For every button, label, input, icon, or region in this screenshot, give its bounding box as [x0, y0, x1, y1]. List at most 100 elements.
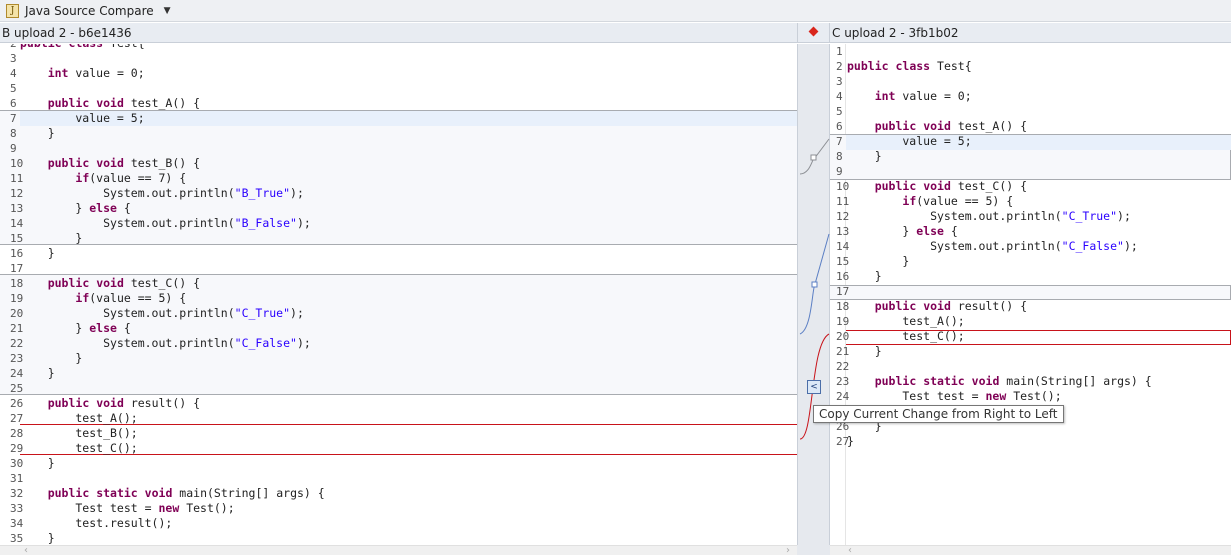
line-number: 17 — [836, 285, 850, 298]
connector-marker-2 — [811, 281, 818, 288]
code-line: 22 — [830, 359, 850, 374]
line-code: System.out.println("C_True"); — [847, 209, 1131, 223]
line-number: 15 — [10, 232, 24, 245]
line-code: } — [847, 254, 910, 268]
connector-marker-1 — [810, 154, 817, 161]
line-number: 9 — [10, 142, 17, 155]
line-number: 7 — [836, 135, 843, 148]
line-code: public class Test{ — [847, 59, 972, 73]
right-pane-header: C upload 2 - 3fb1b02 — [830, 23, 1231, 43]
line-number: 3 — [10, 52, 17, 65]
line-number: 24 — [10, 367, 24, 380]
line-code: if(value == 5) { — [902, 194, 1014, 208]
line-code: } — [20, 531, 55, 545]
line-code: int value = 0; — [874, 89, 972, 103]
line-number: 22 — [836, 360, 850, 373]
line-code: public void test_A() { — [874, 119, 1028, 133]
line-code: } else { — [20, 201, 131, 215]
code-line: 22 System.out.println("C_False"); — [0, 336, 311, 351]
chevron-down-icon[interactable]: ▼ — [164, 6, 171, 16]
line-number: 33 — [10, 502, 24, 515]
left-horizontal-scrollbar[interactable]: ‹ › — [0, 545, 797, 555]
code-line: 20 test_C(); — [830, 329, 965, 344]
line-code: } — [847, 344, 882, 358]
line-number: 16 — [836, 270, 850, 283]
copy-right-to-left-button[interactable]: < — [807, 380, 821, 394]
code-line: 18 public void test_C() { — [0, 276, 200, 291]
line-code: Test test = new Test(); — [847, 389, 1062, 403]
code-line: 5 — [0, 81, 20, 96]
line-code: public void test_B() { — [47, 156, 201, 170]
line-code: test_C(); — [20, 441, 138, 455]
code-line: 21 } else { — [0, 321, 131, 336]
code-line: 28 test_B(); — [0, 426, 138, 441]
code-line: 24 Test test = new Test(); — [830, 389, 1062, 404]
code-line: 11 if(value == 7) { — [0, 171, 186, 186]
line-number: 21 — [10, 322, 24, 335]
line-code: public void result() { — [47, 396, 201, 410]
line-code: public static void main(String[] args) { — [874, 374, 1152, 388]
code-line: 14 System.out.println("C_False"); — [830, 239, 1138, 254]
line-code: public void test_A() { — [47, 96, 201, 110]
next-difference-icon[interactable] — [808, 26, 819, 37]
line-number: 20 — [10, 307, 24, 320]
line-number: 22 — [10, 337, 24, 350]
code-line: 25 — [0, 381, 24, 396]
right-editor[interactable]: 1 2 public class Test{3 4 int value = 0; 5 6 … — [830, 44, 1231, 545]
line-code: } — [20, 126, 55, 140]
title-bar: J Java Source Compare ▼ — [0, 0, 1231, 22]
line-code: test_A(); — [20, 411, 138, 425]
code-line: 13 } else { — [830, 224, 958, 239]
scroll-left-arrow-right[interactable]: ‹ — [848, 545, 852, 555]
line-number: 31 — [10, 472, 24, 485]
line-number: 23 — [836, 375, 850, 388]
line-number: 21 — [836, 345, 850, 358]
right-horizontal-scrollbar[interactable]: ‹ — [830, 545, 1231, 555]
line-code: } else { — [847, 224, 958, 238]
code-line: 31 — [0, 471, 24, 486]
line-number: 4 — [836, 90, 843, 103]
code-line: 4 int value = 0; — [0, 66, 145, 81]
line-code: value = 5; — [847, 134, 972, 148]
line-code: } — [847, 149, 882, 163]
code-line: 10 public void test_C() { — [830, 179, 1027, 194]
line-number: 8 — [10, 127, 17, 140]
code-line: 16 } — [830, 269, 882, 284]
line-number: 10 — [10, 157, 24, 170]
line-number: 27 — [10, 412, 24, 425]
line-code: } — [20, 246, 55, 260]
code-line: 17 — [0, 261, 23, 276]
line-number: 12 — [836, 210, 850, 223]
line-number: 8 — [836, 150, 843, 163]
left-pane-header: B upload 2 - b6e1436 — [0, 23, 797, 43]
line-number: 19 — [836, 315, 850, 328]
left-editor[interactable]: 2public class Test{34 int value = 0;56 p… — [0, 44, 797, 545]
code-line: 7 value = 5; — [0, 111, 145, 126]
scroll-left-arrow[interactable]: ‹ — [24, 545, 28, 555]
code-line: 30 } — [0, 456, 55, 471]
code-line: 15 } — [0, 231, 82, 246]
line-number: 34 — [10, 517, 24, 530]
code-line: 13 } else { — [0, 201, 131, 216]
line-number: 25 — [10, 382, 24, 395]
diff-gutter — [797, 44, 830, 545]
scroll-right-arrow[interactable]: › — [786, 545, 790, 555]
line-code: test_A(); — [847, 314, 965, 328]
line-code: } — [20, 366, 55, 380]
java-file-icon: J — [6, 3, 19, 18]
line-number: 7 — [10, 112, 17, 125]
line-code: public class Test{ — [20, 44, 145, 51]
line-code: public void test_C() { — [874, 179, 1028, 193]
code-line: 11 if(value == 5) { — [830, 194, 1013, 209]
code-line: 3 — [0, 51, 20, 66]
code-line: 20 System.out.println("C_True"); — [0, 306, 304, 321]
code-line: 4 int value = 0; — [830, 89, 972, 104]
code-line: 33 Test test = new Test(); — [0, 501, 235, 516]
line-code: } — [20, 231, 83, 245]
line-number: 9 — [836, 165, 843, 178]
code-line: 9 — [0, 141, 20, 156]
line-code: test_B(); — [20, 426, 138, 440]
line-code: if(value == 7) { — [75, 171, 187, 185]
line-number: 12 — [10, 187, 24, 200]
line-code: System.out.println("B_False"); — [20, 216, 311, 230]
